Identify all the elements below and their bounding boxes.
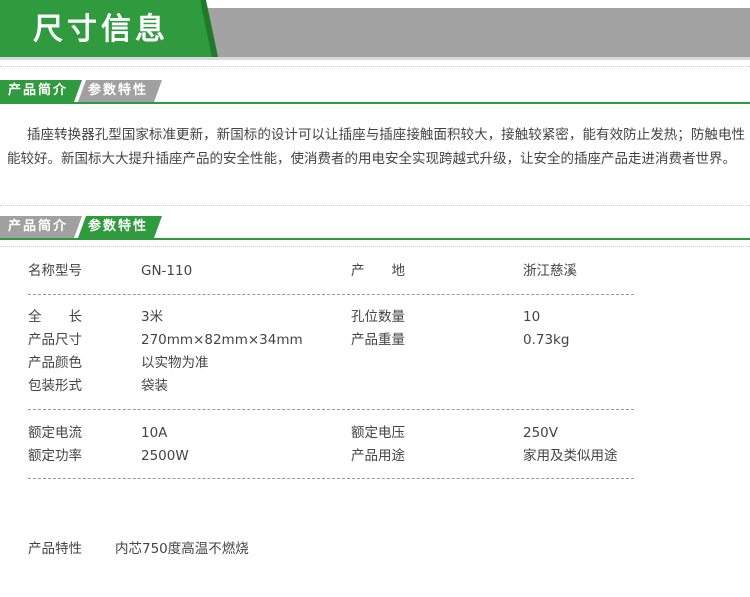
dotted-divider: [0, 66, 750, 67]
dashed-divider: [28, 409, 634, 410]
spec-value: 270mm×82mm×34mm: [141, 332, 303, 348]
banner-title: 尺寸信息: [33, 12, 169, 47]
dotted-divider: [0, 246, 750, 247]
dashed-divider: [28, 294, 634, 295]
spec-value: 2500W: [141, 448, 189, 464]
tab-intro[interactable]: 产品简介: [0, 80, 82, 102]
spec-label: 产品颜色: [28, 355, 82, 371]
spec-value: 10: [523, 309, 541, 325]
spec-label: 包装形式: [28, 378, 82, 394]
spec-value: 以实物为准: [141, 355, 209, 371]
spec-label: 产品用途: [351, 448, 405, 464]
tabbar-line: [0, 238, 750, 240]
spec-label: 产 地: [351, 263, 405, 279]
dashed-divider: [28, 478, 634, 479]
spec-label: 额定功率: [28, 448, 82, 464]
spec-value: 袋装: [141, 378, 168, 394]
spec-value: 250V: [523, 425, 559, 441]
spec-label: 额定电流: [28, 425, 82, 441]
tabbar-line: [0, 102, 750, 104]
feature-value: 内芯750度高温不燃烧: [115, 541, 249, 557]
spec-label: 额定电压: [351, 425, 405, 441]
dotted-divider: [0, 205, 750, 206]
spec-value: 浙江慈溪: [523, 263, 577, 279]
spec-label: 产品尺寸: [28, 332, 82, 348]
spec-label: 名称型号: [28, 263, 82, 279]
spec-value: 家用及类似用途: [523, 448, 618, 464]
spec-value: 10A: [141, 425, 168, 441]
section-banner: 尺寸信息: [0, 0, 750, 60]
spec-value: GN-110: [141, 263, 193, 279]
intro-paragraph: 插座转换器孔型国家标准更新，新国标的设计可以让插座与插座接触面积较大，接触较紧密…: [7, 127, 745, 167]
banner-underline: [0, 57, 750, 60]
spec-label: 全 长: [28, 309, 82, 325]
feature-label: 产品特性: [28, 541, 82, 557]
tabbar-params: 产品简介 参数特性: [0, 216, 750, 240]
tab-params[interactable]: 参数特性: [78, 216, 162, 238]
tab-params[interactable]: 参数特性: [78, 80, 162, 102]
tabbar-intro: 参数特性 产品简介: [0, 80, 750, 104]
spec-value: 3米: [141, 309, 164, 325]
spec-value: 0.73kg: [523, 332, 570, 348]
spec-label: 孔位数量: [351, 309, 405, 325]
spec-label: 产品重量: [351, 332, 405, 348]
tab-intro[interactable]: 产品简介: [0, 216, 82, 238]
